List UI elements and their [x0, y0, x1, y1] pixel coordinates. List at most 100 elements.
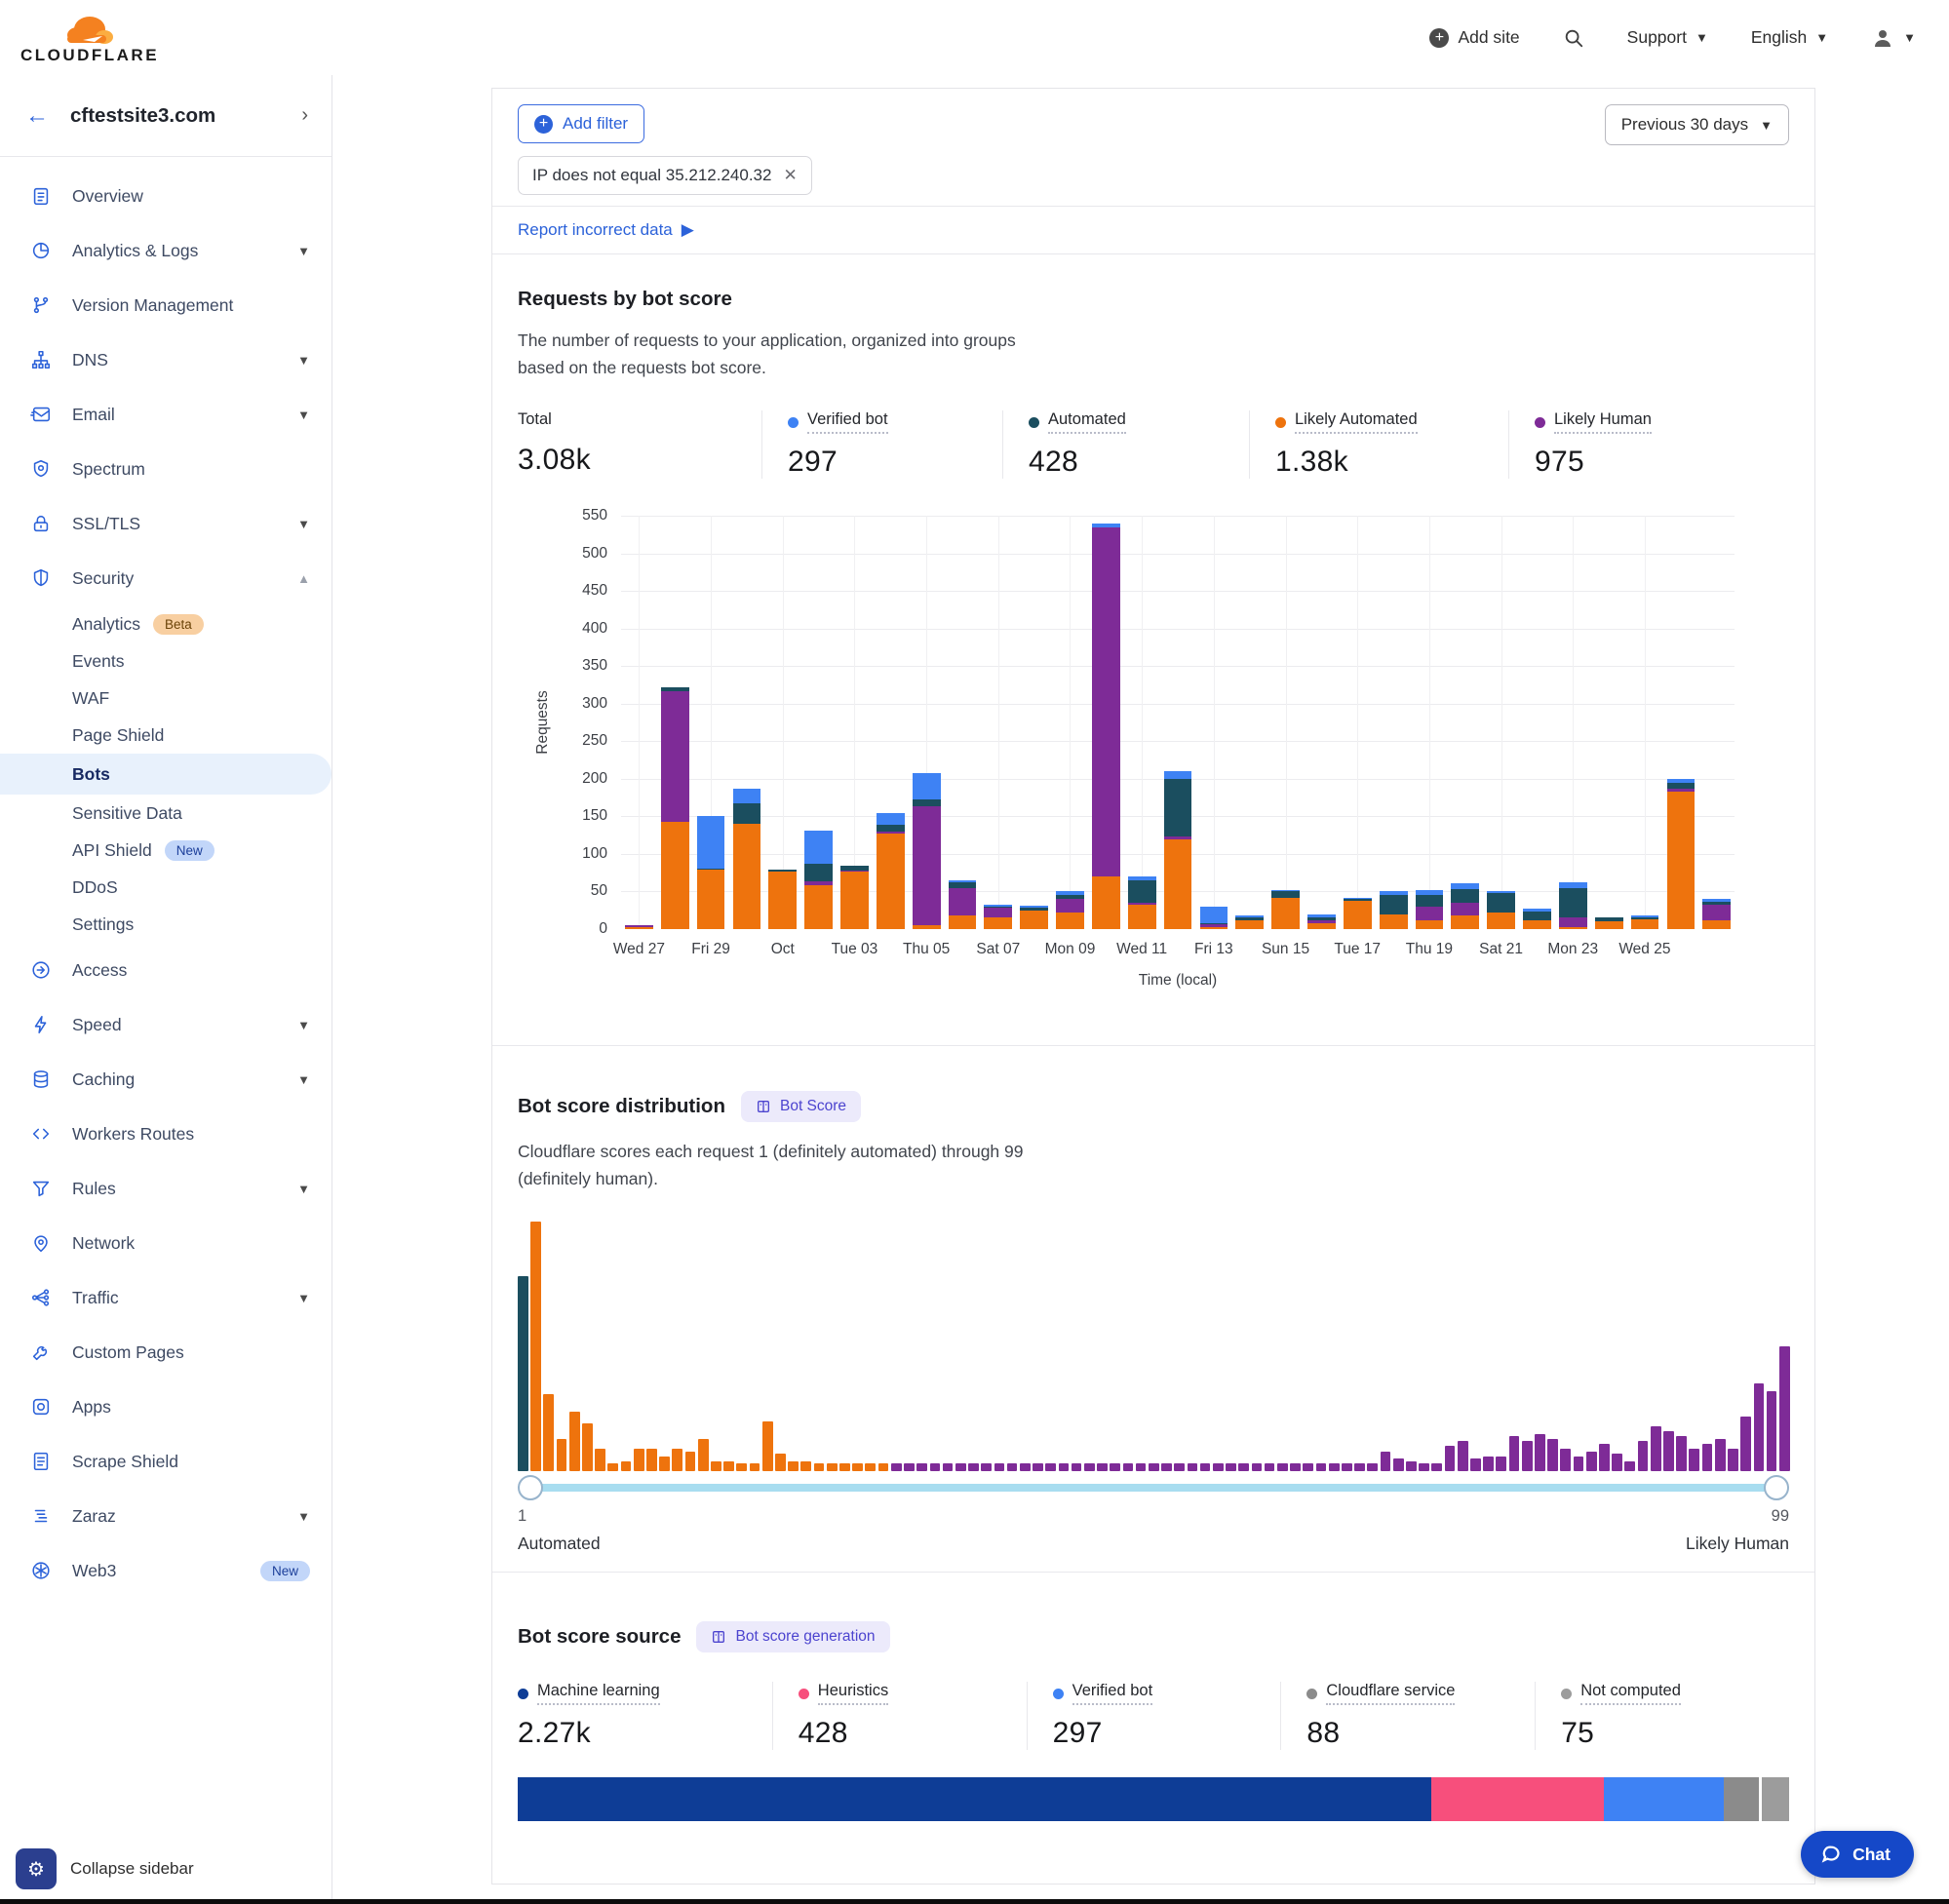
histogram-bar[interactable] — [1200, 1463, 1211, 1471]
histogram-bar[interactable] — [711, 1461, 721, 1471]
search-button[interactable] — [1563, 27, 1584, 49]
histogram-bar[interactable] — [723, 1461, 734, 1471]
histogram-bar[interactable] — [1522, 1441, 1533, 1471]
histogram-bar[interactable] — [1007, 1463, 1018, 1471]
stacked-bar[interactable] — [1702, 899, 1731, 929]
sidebar-item-access[interactable]: Access — [0, 943, 331, 997]
histogram-bar[interactable] — [852, 1463, 863, 1471]
back-arrow-icon[interactable]: ← — [25, 102, 49, 130]
histogram-bar[interactable] — [621, 1461, 632, 1471]
bot-score-generation-badge[interactable]: Bot score generation — [696, 1621, 889, 1652]
histogram-bar[interactable] — [1624, 1461, 1635, 1471]
histogram-bar[interactable] — [557, 1439, 567, 1471]
histogram-bar[interactable] — [1767, 1391, 1777, 1471]
stacked-bar[interactable] — [1667, 779, 1696, 929]
stacked-bar[interactable] — [1451, 883, 1479, 929]
histogram-bar[interactable] — [595, 1449, 605, 1471]
histogram-bar[interactable] — [916, 1463, 927, 1471]
collapse-sidebar-label[interactable]: Collapse sidebar — [70, 1859, 194, 1879]
sidebar-item-dns[interactable]: DNS▼ — [0, 332, 331, 387]
histogram-bar[interactable] — [1406, 1461, 1417, 1471]
sidebar-subitem-bots[interactable]: Bots — [0, 754, 331, 795]
histogram-bar[interactable] — [1651, 1426, 1661, 1471]
stacked-bar[interactable] — [768, 870, 797, 929]
sidebar-item-zaraz[interactable]: Zaraz▼ — [0, 1489, 331, 1543]
sidebar-subitem-ddos[interactable]: DDoS — [0, 869, 331, 906]
sidebar-subitem-api-shield[interactable]: API ShieldNew — [0, 832, 331, 869]
histogram-bar[interactable] — [1381, 1452, 1391, 1471]
sidebar-item-version-management[interactable]: Version Management — [0, 278, 331, 332]
stacked-bar[interactable] — [1200, 907, 1228, 929]
histogram-bar[interactable] — [1728, 1449, 1738, 1471]
histogram-bar[interactable] — [750, 1463, 760, 1471]
histogram-bar[interactable] — [1290, 1463, 1301, 1471]
stacked-bar[interactable] — [1595, 917, 1623, 929]
histogram-bar[interactable] — [1316, 1463, 1327, 1471]
histogram-bar[interactable] — [1715, 1439, 1726, 1471]
stacked-bar[interactable] — [1523, 909, 1551, 929]
histogram-bar[interactable] — [1612, 1454, 1622, 1471]
source-segment-heuristics[interactable] — [1431, 1777, 1604, 1821]
sidebar-item-traffic[interactable]: Traffic▼ — [0, 1270, 331, 1325]
stacked-bar[interactable] — [1631, 915, 1659, 929]
histogram-bar[interactable] — [1342, 1463, 1352, 1471]
sidebar-item-network[interactable]: Network — [0, 1216, 331, 1270]
source-segment-verified-bot[interactable] — [1604, 1777, 1724, 1821]
sidebar-item-analytics-logs[interactable]: Analytics & Logs▼ — [0, 223, 331, 278]
histogram-bar[interactable] — [698, 1439, 709, 1471]
source-segment-not-computed[interactable] — [1759, 1777, 1789, 1821]
histogram-bar[interactable] — [1213, 1463, 1224, 1471]
histogram-bar[interactable] — [955, 1463, 966, 1471]
sidebar-item-spectrum[interactable]: Spectrum — [0, 442, 331, 496]
histogram-bar[interactable] — [685, 1452, 696, 1471]
histogram-bar[interactable] — [1470, 1458, 1481, 1471]
histogram-bar[interactable] — [736, 1463, 747, 1471]
sidebar-subitem-sensitive-data[interactable]: Sensitive Data — [0, 795, 331, 832]
sidebar-item-scrape-shield[interactable]: Scrape Shield — [0, 1434, 331, 1489]
histogram-bar[interactable] — [775, 1454, 786, 1471]
add-site-button[interactable]: + Add site — [1429, 27, 1519, 48]
histogram-bar[interactable] — [1072, 1463, 1082, 1471]
stacked-bar[interactable] — [733, 789, 761, 929]
sidebar-item-workers-routes[interactable]: Workers Routes — [0, 1107, 331, 1161]
sidebar-item-security[interactable]: Security▲ — [0, 551, 331, 605]
histogram-bar[interactable] — [814, 1463, 825, 1471]
histogram-bar[interactable] — [1740, 1417, 1751, 1471]
histogram-bar[interactable] — [827, 1463, 838, 1471]
histogram-bar[interactable] — [994, 1463, 1005, 1471]
histogram-bar[interactable] — [1599, 1444, 1610, 1471]
histogram-bar[interactable] — [1496, 1457, 1506, 1471]
slider-track[interactable] — [524, 1484, 1783, 1492]
histogram-bar[interactable] — [1033, 1463, 1043, 1471]
histogram-bar[interactable] — [1431, 1463, 1442, 1471]
bot-score-badge[interactable]: Bot Score — [741, 1091, 861, 1122]
stacked-bar[interactable] — [1487, 891, 1515, 929]
histogram-bar[interactable] — [1689, 1449, 1699, 1471]
histogram-bar[interactable] — [1393, 1458, 1404, 1471]
stacked-bar[interactable] — [1235, 915, 1264, 929]
stacked-bar[interactable] — [1271, 890, 1300, 929]
histogram-bar[interactable] — [518, 1276, 528, 1471]
gear-icon[interactable]: ⚙ — [16, 1848, 57, 1889]
cloudflare-logo[interactable]: CLOUDFLARE — [21, 11, 158, 65]
histogram-bar[interactable] — [865, 1463, 876, 1471]
histogram-bar[interactable] — [1174, 1463, 1185, 1471]
histogram-bar[interactable] — [788, 1461, 799, 1471]
stacked-bar[interactable] — [1559, 882, 1587, 929]
slider-handle-min[interactable] — [518, 1475, 543, 1500]
support-menu[interactable]: Support ▼ — [1627, 27, 1708, 48]
histogram-bar[interactable] — [646, 1449, 657, 1471]
add-filter-button[interactable]: + Add filter — [518, 104, 644, 143]
histogram-bar[interactable] — [1161, 1463, 1172, 1471]
stacked-bar[interactable] — [1092, 524, 1120, 929]
histogram-bar[interactable] — [904, 1463, 915, 1471]
stacked-bar[interactable] — [984, 905, 1012, 929]
sidebar-item-ssl-tls[interactable]: SSL/TLS▼ — [0, 496, 331, 551]
histogram-bar[interactable] — [569, 1412, 580, 1471]
histogram-bar[interactable] — [1586, 1452, 1597, 1471]
sidebar-subitem-analytics[interactable]: AnalyticsBeta — [0, 605, 331, 642]
histogram-bar[interactable] — [607, 1463, 618, 1471]
stacked-bar[interactable] — [949, 880, 977, 929]
histogram-bar[interactable] — [1535, 1434, 1545, 1471]
histogram-bar[interactable] — [1097, 1463, 1108, 1471]
